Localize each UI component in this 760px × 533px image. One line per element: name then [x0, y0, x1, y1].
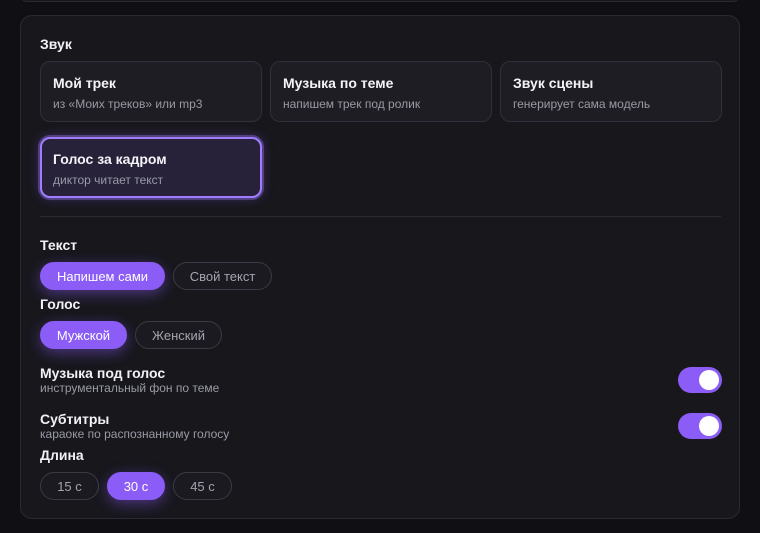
voice-option-male[interactable]: Мужской [40, 321, 127, 349]
length-option-15s[interactable]: 15 с [40, 472, 99, 500]
sound-section-title: Звук [40, 36, 72, 52]
length-option-45s[interactable]: 45 с [173, 472, 232, 500]
voice-section-title: Голос [40, 296, 81, 312]
option-title: Голос за кадром [53, 151, 167, 167]
subtitles-toggle[interactable] [678, 413, 722, 439]
sound-option-my-track[interactable]: Мой трек из «Моих треков» или mp3 [40, 61, 262, 122]
voice-option-female[interactable]: Женский [135, 321, 222, 349]
sound-settings-card: Звук Мой трек из «Моих треков» или mp3 М… [20, 15, 740, 519]
option-subtitle: напишем трек под ролик [283, 97, 421, 111]
section-divider [40, 216, 721, 217]
option-title: Музыка по теме [283, 75, 394, 91]
music-under-voice-toggle[interactable] [678, 367, 722, 393]
sound-option-voiceover[interactable]: Голос за кадром диктор читает текст [40, 137, 262, 198]
music-under-voice-title: Музыка под голос [40, 365, 166, 381]
sound-option-scene-sound[interactable]: Звук сцены генерирует сама модель [500, 61, 722, 122]
toggle-knob [699, 370, 719, 390]
text-section-title: Текст [40, 237, 78, 253]
music-under-voice-subtitle: инструментальный фон по теме [40, 381, 220, 395]
option-title: Мой трек [53, 75, 116, 91]
previous-card [20, 0, 740, 2]
length-section-title: Длина [40, 447, 84, 463]
text-option-we-write[interactable]: Напишем сами [40, 262, 165, 290]
length-option-30s[interactable]: 30 с [107, 472, 165, 500]
subtitles-subtitle: караоке по распознанному голосу [40, 427, 230, 441]
toggle-knob [699, 416, 719, 436]
option-title: Звук сцены [513, 75, 594, 91]
subtitles-title: Субтитры [40, 411, 110, 427]
option-subtitle: диктор читает текст [53, 173, 164, 187]
option-subtitle: генерирует сама модель [513, 97, 651, 111]
option-subtitle: из «Моих треков» или mp3 [53, 97, 203, 111]
text-option-own-text[interactable]: Свой текст [173, 262, 272, 290]
sound-option-theme-music[interactable]: Музыка по теме напишем трек под ролик [270, 61, 492, 122]
